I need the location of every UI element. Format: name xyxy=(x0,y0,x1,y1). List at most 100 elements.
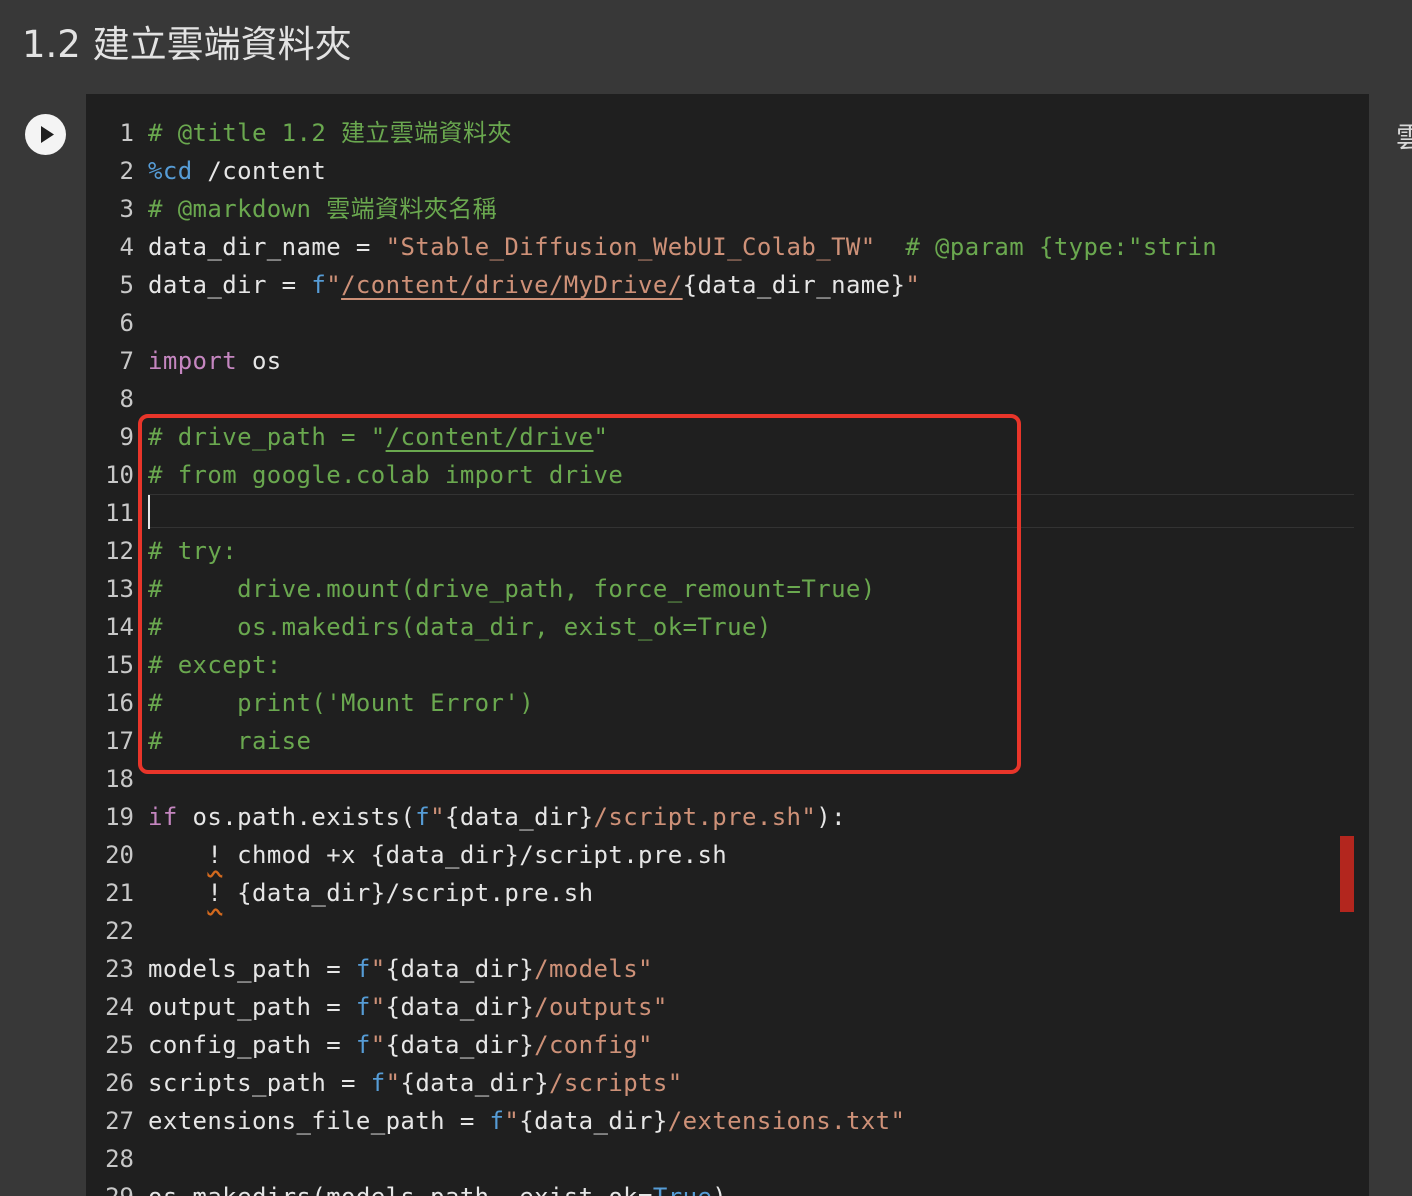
rail-text-fragment: 雲 xyxy=(1396,121,1412,154)
code-line[interactable]: models_path = f"{data_dir}/models" xyxy=(148,950,653,988)
line-number: 26 xyxy=(105,1069,134,1097)
code-line[interactable]: # from google.colab import drive xyxy=(148,456,623,494)
cell-header: 1.2 建立雲端資料夾 xyxy=(6,0,1412,94)
code-token: os.path.exists( xyxy=(177,803,416,831)
code-token: f xyxy=(355,955,371,983)
line-number: 17 xyxy=(105,727,134,755)
code-token: " xyxy=(430,803,446,831)
code-line[interactable]: os.makedirs(models_path, exist_ok=True) xyxy=(148,1178,727,1196)
run-cell-button[interactable] xyxy=(25,114,66,155)
code-token: ! xyxy=(207,841,223,869)
code-token: # raise xyxy=(148,727,312,755)
code-line[interactable]: data_dir_name = "Stable_Diffusion_WebUI_… xyxy=(148,228,1217,266)
line-number: 8 xyxy=(119,385,134,413)
code-line[interactable]: # @title 1.2 建立雲端資料夾 xyxy=(148,114,512,152)
cell-gutter xyxy=(6,94,86,1196)
code-token: # os.makedirs(data_dir, exist_ok=True) xyxy=(148,613,772,641)
code-token: ): xyxy=(816,803,846,831)
play-icon xyxy=(41,126,54,143)
code-token: /outputs" xyxy=(534,993,668,1021)
line-number: 4 xyxy=(119,233,134,261)
line-number: 27 xyxy=(105,1107,134,1135)
code-token: os xyxy=(237,347,282,375)
code-token: {data_dir} xyxy=(385,1031,535,1059)
line-number: 16 xyxy=(105,689,134,717)
code-token: " xyxy=(326,271,342,299)
code-token: f xyxy=(489,1107,505,1135)
code-token: ! xyxy=(207,879,223,907)
line-number: 6 xyxy=(119,309,134,337)
code-token: " xyxy=(385,1069,401,1097)
code-line[interactable]: # raise xyxy=(148,722,311,760)
code-line[interactable]: # os.makedirs(data_dir, exist_ok=True) xyxy=(148,608,772,646)
code-token: # from google.colab import drive xyxy=(148,461,624,489)
code-token: # except: xyxy=(148,651,282,679)
code-token: f xyxy=(355,993,371,1021)
code-line[interactable]: output_path = f"{data_dir}/outputs" xyxy=(148,988,668,1026)
code-token: chmod +x {data_dir}/script.pre.sh xyxy=(222,841,728,869)
code-token: models_path = xyxy=(148,955,356,983)
text-cursor xyxy=(148,495,150,529)
cell-title: 1.2 建立雲端資料夾 xyxy=(22,23,352,66)
code-line[interactable]: # except: xyxy=(148,646,282,684)
code-token: " xyxy=(504,1107,520,1135)
code-token: f xyxy=(355,1031,371,1059)
code-token: /models" xyxy=(534,955,653,983)
code-line[interactable]: %cd /content xyxy=(148,152,326,190)
code-line[interactable]: if os.path.exists(f"{data_dir}/script.pr… xyxy=(148,798,846,836)
code-token: " xyxy=(905,271,921,299)
line-number: 11 xyxy=(105,499,134,527)
notebook-page: 1.2 建立雲端資料夾 1 2 3 4 5 6 7 8 9 10 11 12 13 14 15 16 17 18 1… xyxy=(0,0,1412,1196)
code-token: ) xyxy=(712,1183,727,1196)
code-token: # @markdown 雲端資料夾名稱 xyxy=(148,195,497,223)
code-token: # try: xyxy=(148,537,238,565)
code-token: # @param {type:"strin xyxy=(875,233,1218,261)
code-token: " xyxy=(593,423,609,451)
active-line-highlight xyxy=(148,494,1354,528)
line-number: 1 xyxy=(119,119,134,147)
code-line[interactable]: scripts_path = f"{data_dir}/scripts" xyxy=(148,1064,683,1102)
code-line[interactable]: ! chmod +x {data_dir}/script.pre.sh xyxy=(148,836,727,874)
code-token: /content/drive/MyDrive/ xyxy=(341,271,683,299)
code-line[interactable]: # print('Mount Error') xyxy=(148,684,534,722)
line-number: 12 xyxy=(105,537,134,565)
code-token: if xyxy=(148,803,178,831)
code-token: %cd xyxy=(148,157,193,185)
code-line[interactable]: # drive_path = "/content/drive" xyxy=(148,418,608,456)
code-line[interactable]: config_path = f"{data_dir}/config" xyxy=(148,1026,653,1064)
code-token: " xyxy=(370,955,386,983)
code-token: f xyxy=(370,1069,386,1097)
line-number: 18 xyxy=(105,765,134,793)
code-line[interactable]: # drive.mount(drive_path, force_remount=… xyxy=(148,570,876,608)
right-rail: 雲 xyxy=(1369,94,1412,1196)
line-number: 2 xyxy=(119,157,134,185)
code-token: import xyxy=(148,347,238,375)
line-number: 28 xyxy=(105,1145,134,1173)
code-line[interactable]: extensions_file_path = f"{data_dir}/exte… xyxy=(148,1102,905,1140)
code-editor[interactable]: 1 2 3 4 5 6 7 8 9 10 11 12 13 14 15 16 17 18 19 20 21 22 23 24 2… xyxy=(86,94,1369,1196)
code-line[interactable]: import os xyxy=(148,342,282,380)
code-line[interactable]: # @markdown 雲端資料夾名稱 xyxy=(148,190,497,228)
code-token: /config" xyxy=(534,1031,653,1059)
code-token: f xyxy=(311,271,327,299)
line-number: 21 xyxy=(105,879,134,907)
code-line[interactable]: # try: xyxy=(148,532,237,570)
code-line[interactable]: data_dir = f"/content/drive/MyDrive/{dat… xyxy=(148,266,920,304)
code-token: scripts_path = xyxy=(148,1069,371,1097)
code-token: os.makedirs(models_path, exist_ok= xyxy=(148,1183,653,1196)
code-token: {data_dir} xyxy=(445,803,594,831)
code-token: f xyxy=(415,803,431,831)
line-number: 25 xyxy=(105,1031,134,1059)
code-token: {data_dir} xyxy=(385,955,535,983)
code-token: {data_dir} xyxy=(519,1107,668,1135)
code-token: {data_dir}/script.pre.sh xyxy=(222,879,594,907)
code-token: /content xyxy=(192,157,327,185)
code-token: {data_dir} xyxy=(385,993,535,1021)
code-token: data_dir = xyxy=(148,271,312,299)
code-line[interactable]: ! {data_dir}/script.pre.sh xyxy=(148,874,594,912)
code-token: config_path = xyxy=(148,1031,356,1059)
line-number: 19 xyxy=(105,803,134,831)
line-number: 5 xyxy=(119,271,134,299)
